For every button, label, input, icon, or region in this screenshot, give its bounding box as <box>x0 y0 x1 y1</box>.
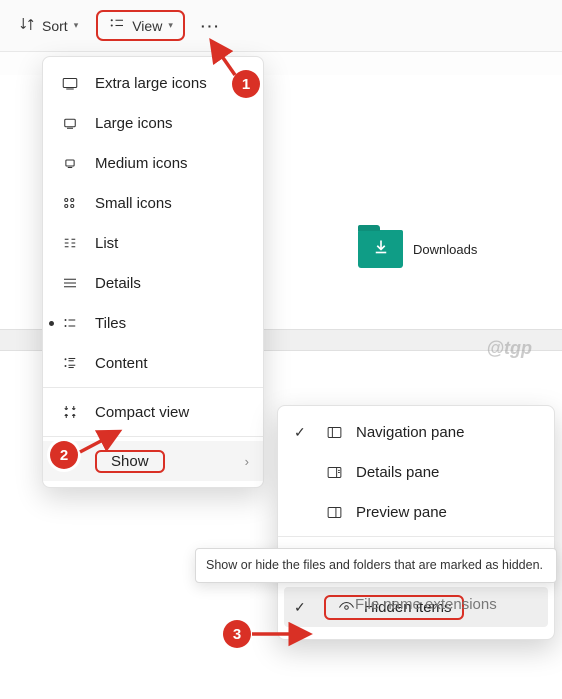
annotation-badge-1: 1 <box>232 70 260 98</box>
folder-label: Downloads <box>413 242 477 257</box>
menu-item-small-icons[interactable]: Small icons <box>43 183 263 223</box>
menu-item-label: Compact view <box>95 404 189 421</box>
menu-item-list[interactable]: List <box>43 223 263 263</box>
menu-item-tiles[interactable]: Tiles <box>43 303 263 343</box>
menu-item-label: List <box>95 235 118 252</box>
submenu-separator <box>278 536 554 537</box>
content-icon <box>59 354 81 372</box>
submenu-item-label: Navigation pane <box>356 424 464 441</box>
menu-item-label: Small icons <box>95 195 172 212</box>
submenu-item-navigation-pane[interactable]: ✓ Navigation pane <box>278 412 554 452</box>
menu-item-compact-view[interactable]: Compact view <box>43 392 263 432</box>
menu-item-content[interactable]: Content <box>43 343 263 383</box>
menu-item-medium-icons[interactable]: Medium icons <box>43 143 263 183</box>
large-icons-icon <box>59 114 81 132</box>
download-arrow-icon <box>372 238 390 259</box>
menu-item-label: Extra large icons <box>95 75 207 92</box>
submenu-item-label: File name extensions <box>355 596 497 613</box>
navigation-pane-icon <box>324 424 344 441</box>
submenu-item-label: Details pane <box>356 464 439 481</box>
chevron-down-icon: ▾ <box>74 20 79 31</box>
menu-item-label: Details <box>95 275 141 292</box>
details-icon <box>59 274 81 292</box>
preview-pane-icon <box>324 504 344 521</box>
menu-item-extra-large-icons[interactable]: Extra large icons <box>43 63 263 103</box>
menu-item-label: Content <box>95 355 148 372</box>
annotation-badge-2: 2 <box>50 441 78 469</box>
folder-item-downloads[interactable]: Downloads <box>358 230 477 268</box>
sort-label: Sort <box>42 18 68 34</box>
hidden-items-icon <box>336 599 356 616</box>
view-menu: Extra large icons Large icons Medium ico… <box>42 56 264 488</box>
chevron-right-icon: › <box>245 454 249 469</box>
check-icon: ✓ <box>294 599 312 616</box>
medium-icons-icon <box>59 154 81 172</box>
submenu-item-label: Preview pane <box>356 504 447 521</box>
menu-item-label: Large icons <box>95 115 173 132</box>
extra-large-icons-icon <box>59 74 81 92</box>
compact-view-icon <box>59 403 81 421</box>
sort-button[interactable]: Sort ▾ <box>10 11 86 40</box>
toolbar: Sort ▾ View ▾ ··· <box>0 0 562 52</box>
folder-icon <box>358 230 403 268</box>
submenu-item-preview-pane[interactable]: Preview pane <box>278 492 554 532</box>
watermark: @tgp <box>486 338 532 359</box>
tooltip-text: Show or hide the files and folders that … <box>206 558 543 572</box>
menu-item-large-icons[interactable]: Large icons <box>43 103 263 143</box>
annotation-badge-3: 3 <box>223 620 251 648</box>
list-icon <box>59 234 81 252</box>
view-icon <box>108 15 126 36</box>
tooltip: Show or hide the files and folders that … <box>195 548 557 583</box>
menu-separator <box>43 436 263 437</box>
tiles-icon <box>59 314 81 332</box>
menu-item-label: Medium icons <box>95 155 188 172</box>
sort-icon <box>18 15 36 36</box>
view-button[interactable]: View ▾ <box>96 10 185 41</box>
view-label: View <box>132 18 162 34</box>
more-button[interactable]: ··· <box>195 18 227 34</box>
selected-dot-icon <box>49 321 54 326</box>
small-icons-icon <box>59 194 81 212</box>
check-icon: ✓ <box>294 424 312 441</box>
submenu-item-details-pane[interactable]: Details pane <box>278 452 554 492</box>
submenu-item-file-name-extensions[interactable]: File name extensions <box>355 596 497 613</box>
menu-item-label: Tiles <box>95 315 126 332</box>
menu-separator <box>43 387 263 388</box>
menu-item-label: Show <box>111 453 149 470</box>
details-pane-icon <box>324 464 344 481</box>
menu-item-details[interactable]: Details <box>43 263 263 303</box>
chevron-down-icon: ▾ <box>168 20 173 31</box>
